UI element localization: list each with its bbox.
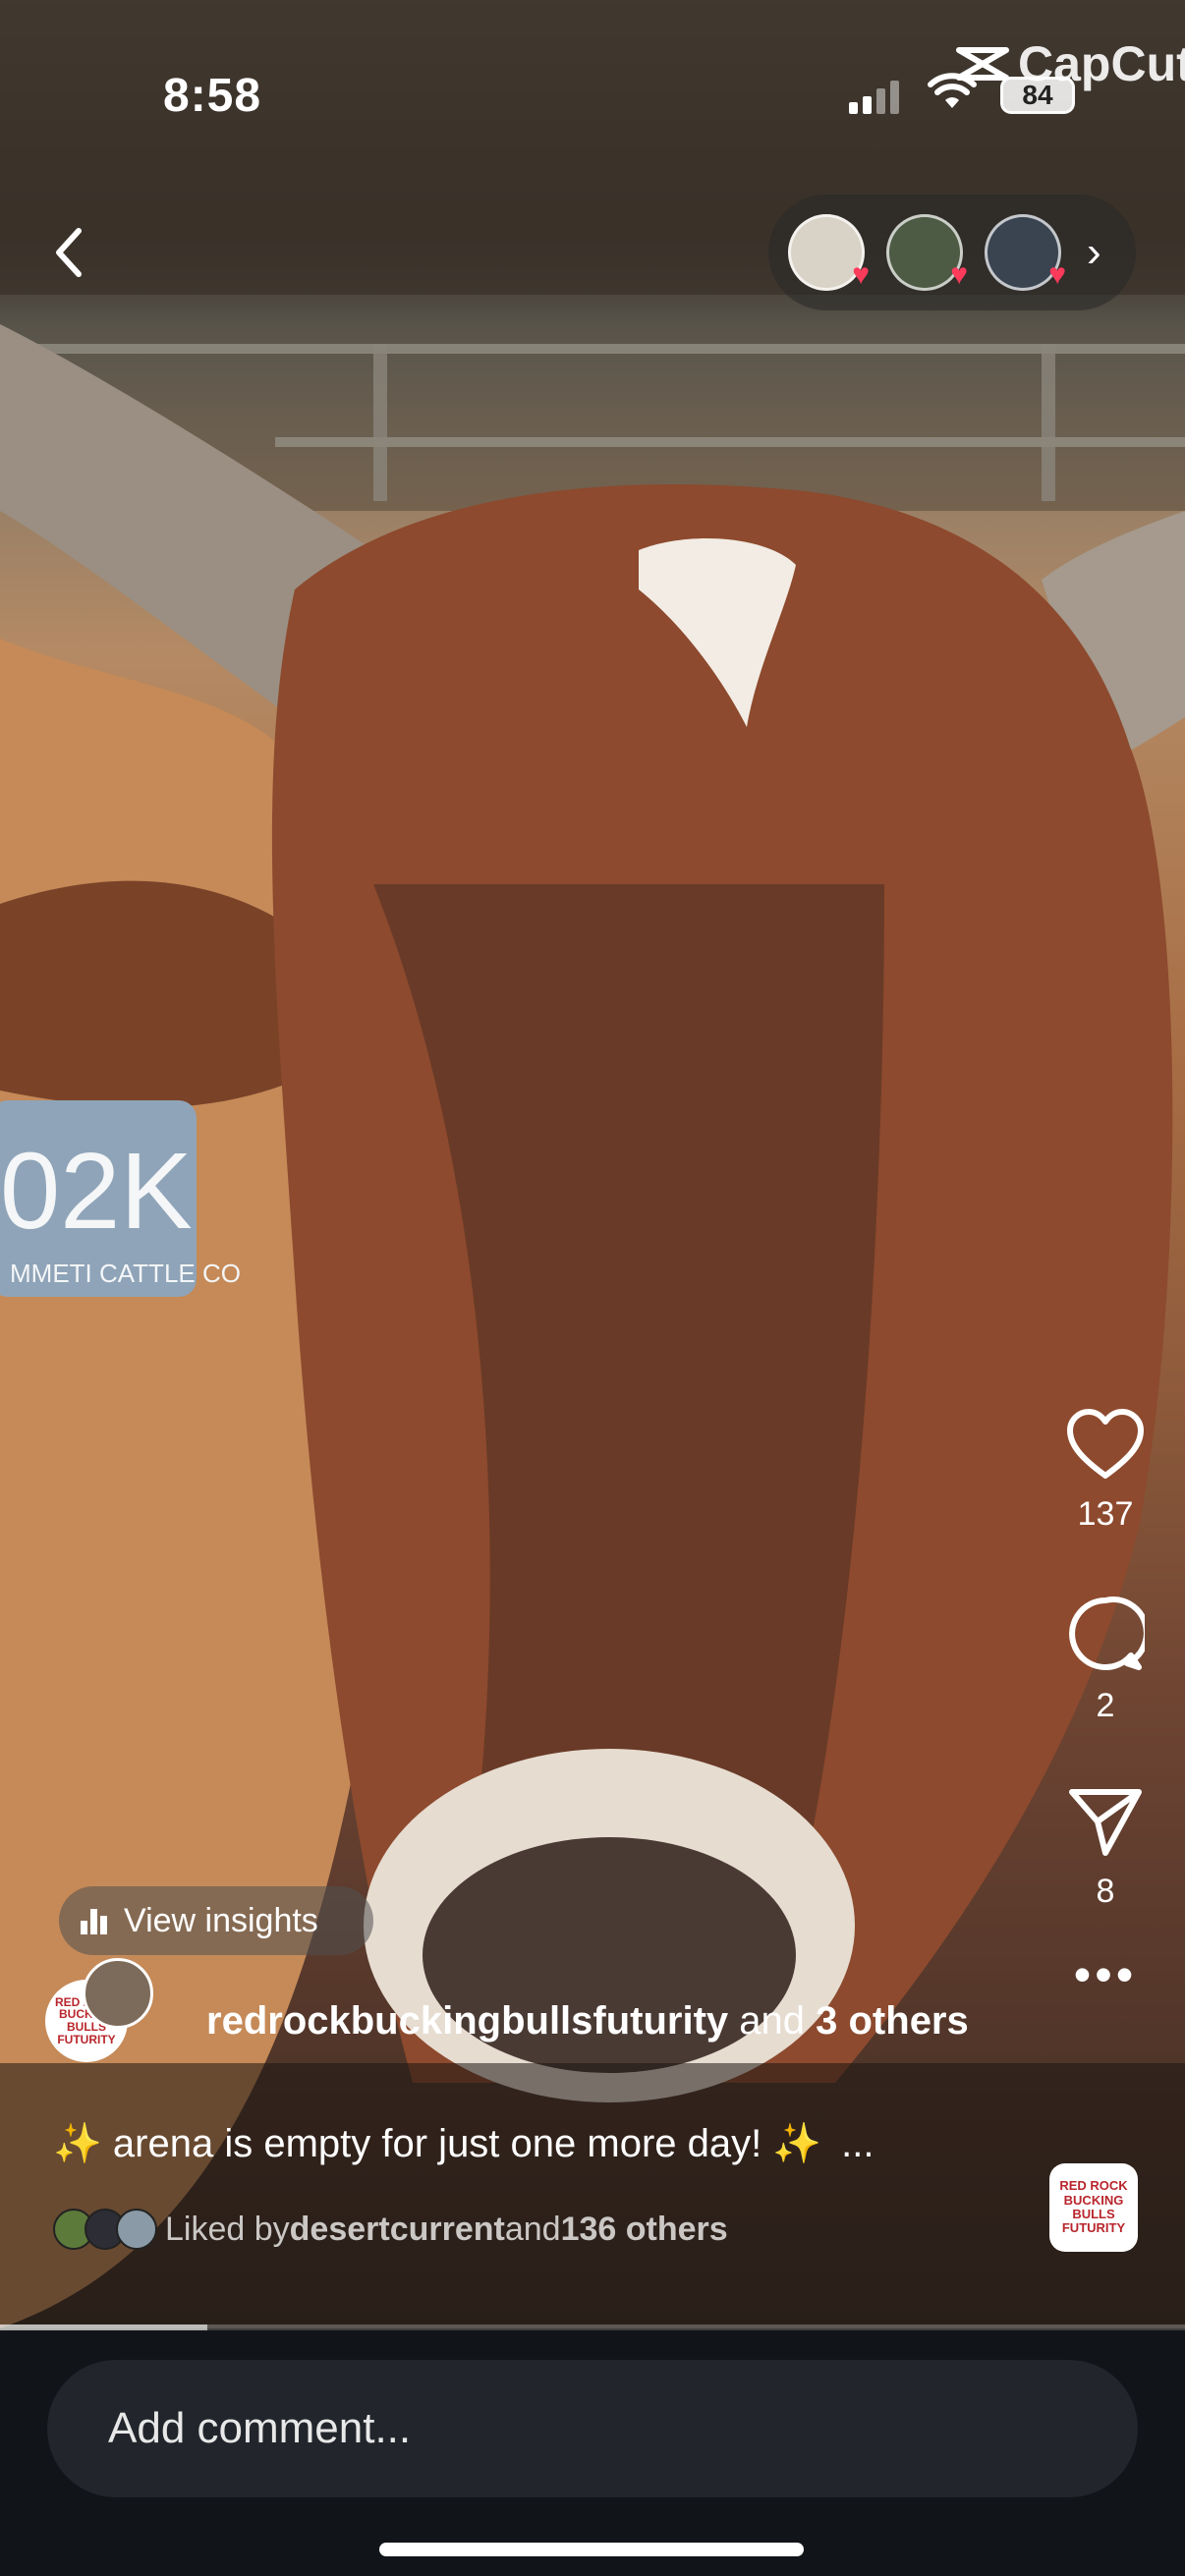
ear-tag-sub: MMETI CATTLE CO <box>10 1259 241 1288</box>
reel-media[interactable]: 02K MMETI CATTLE CO 8:58 CapCut 84 ♥ ♥ ♥… <box>0 0 1185 2328</box>
chevron-left-icon <box>56 228 82 277</box>
share-button[interactable]: 8 <box>1066 1786 1145 1911</box>
more-options-icon[interactable]: ••• <box>1074 1950 1138 1999</box>
liked-others[interactable]: 136 others <box>561 2211 728 2249</box>
viewers-pill[interactable]: ♥ ♥ ♥ › <box>768 195 1136 310</box>
wifi-icon <box>928 73 977 108</box>
heart-icon: ♥ <box>852 258 870 291</box>
comment-count: 2 <box>1096 1687 1115 1724</box>
like-count: 137 <box>1077 1495 1134 1533</box>
comment-bar: Add comment... <box>0 2330 1185 2576</box>
view-insights-label: View insights <box>124 1901 318 1939</box>
status-bar: 8:58 CapCut 84 <box>0 0 1185 187</box>
status-time: 8:58 <box>163 70 262 122</box>
paper-plane-icon <box>1069 1789 1142 1856</box>
liker-avatar <box>116 2209 157 2250</box>
liked-prefix: Liked by <box>165 2210 290 2248</box>
author-row[interactable]: RED ROCK BUCKING BULLS FUTURITY redrockb… <box>45 1958 969 2062</box>
like-button[interactable]: 137 <box>1064 1407 1147 1534</box>
liked-middle: and <box>504 2210 561 2248</box>
author-and: and <box>728 1998 817 2043</box>
liked-user[interactable]: desertcurrent <box>290 2211 505 2249</box>
sparkle-icon: ✨ <box>53 2122 102 2165</box>
action-rail: 137 2 8 ••• <box>1051 1407 1159 1999</box>
audio-thumbnail[interactable]: RED ROCK BUCKING BULLS FUTURITY <box>1049 2163 1138 2252</box>
sparkle-icon: ✨ <box>772 2122 822 2165</box>
caption-text: arena is empty for just one more day! <box>101 2122 773 2165</box>
viewer-avatar: ♥ <box>985 214 1066 291</box>
author-line[interactable]: redrockbuckingbullsfuturity and 3 others <box>206 1999 969 2044</box>
collab-avatar[interactable] <box>83 1958 153 2029</box>
viewer-avatar: ♥ <box>788 214 870 291</box>
chevron-right-icon: › <box>1087 228 1101 276</box>
post-caption[interactable]: ✨ arena is empty for just one more day! … <box>53 2120 875 2166</box>
caption-more[interactable]: ... <box>841 2122 874 2165</box>
heart-outline-icon <box>1067 1409 1144 1479</box>
view-insights-button[interactable]: View insights <box>59 1886 373 1955</box>
back-button[interactable] <box>39 218 98 287</box>
viewer-avatar: ♥ <box>886 214 968 291</box>
heart-icon: ♥ <box>950 258 968 291</box>
bar-chart-icon <box>81 1909 107 1934</box>
liked-avatars <box>53 2209 157 2250</box>
share-count: 8 <box>1096 1873 1115 1910</box>
liked-by-row[interactable]: Liked by desertcurrent and 136 others <box>53 2209 728 2250</box>
add-comment-input[interactable]: Add comment... <box>47 2360 1138 2497</box>
author-username[interactable]: redrockbuckingbullsfuturity <box>206 1999 728 2043</box>
home-indicator <box>379 2543 804 2556</box>
cellular-signal-icon <box>849 81 899 114</box>
battery-indicator: 84 <box>1000 77 1075 114</box>
heart-icon: ♥ <box>1048 258 1066 291</box>
comment-button[interactable]: 2 <box>1066 1595 1145 1725</box>
author-others[interactable]: 3 others <box>816 1999 969 2043</box>
ear-tag-text: 02K <box>0 1131 193 1252</box>
comment-bubble-icon <box>1069 1596 1145 1670</box>
